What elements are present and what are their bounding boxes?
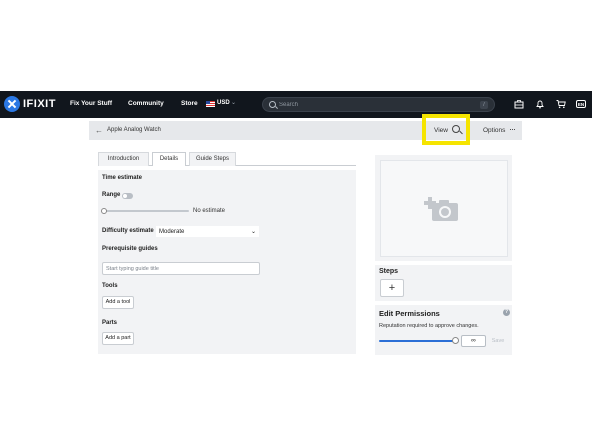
ifixit-logo-icon [4, 96, 20, 112]
options-button[interactable]: Options [483, 127, 505, 134]
prerequisite-input[interactable] [102, 262, 260, 275]
time-estimate-label: Time estimate [102, 175, 142, 181]
cart-icon[interactable] [556, 99, 566, 109]
add-step-button[interactable]: + [380, 279, 404, 297]
add-tool-button[interactable]: Add a tool [102, 296, 134, 309]
steps-title: Steps [379, 268, 399, 275]
difficulty-label: Difficulty estimate [102, 228, 154, 234]
tab-guide-steps[interactable]: Guide Steps [189, 152, 236, 166]
permissions-description: Reputation required to approve changes. [379, 323, 479, 329]
view-button-label[interactable]: View [434, 127, 448, 134]
permissions-save-button[interactable]: Save [488, 336, 508, 347]
permissions-title: Edit Permissions [379, 309, 440, 318]
more-options-icon[interactable]: ··· [509, 124, 516, 134]
permissions-value-field[interactable]: ∞ [461, 335, 486, 347]
magnifier-icon[interactable] [452, 125, 460, 133]
add-part-button[interactable]: Add a part [102, 332, 134, 345]
language-selector[interactable]: EN [576, 100, 586, 108]
help-icon[interactable]: ? [503, 309, 510, 316]
search-shortcut-key: / [480, 101, 488, 109]
currency-selector[interactable]: USD [217, 100, 230, 106]
top-nav: IFIXIT Fix Your Stuff Community Store US… [0, 91, 592, 118]
ifixit-logo[interactable]: IFIXIT [4, 96, 56, 112]
permissions-slider-track[interactable] [379, 340, 457, 342]
toolbox-icon[interactable] [514, 99, 524, 109]
tab-introduction[interactable]: Introduction [98, 152, 149, 166]
difficulty-select[interactable]: Moderate ⌄ [156, 226, 259, 237]
nav-link-fix-your-stuff[interactable]: Fix Your Stuff [70, 100, 112, 107]
time-estimate-value: No estimate [193, 208, 226, 214]
logo-text: IFIXIT [23, 98, 56, 110]
bell-icon[interactable] [535, 99, 545, 109]
tools-label: Tools [102, 283, 118, 289]
search-input[interactable] [279, 100, 469, 110]
tab-details[interactable]: Details [152, 152, 186, 166]
prerequisite-label: Prerequisite guides [102, 246, 158, 252]
permissions-slider-thumb[interactable] [452, 337, 459, 344]
parts-label: Parts [102, 320, 118, 326]
chevron-down-icon: ⌄ [250, 229, 256, 235]
time-slider-track[interactable] [103, 210, 189, 212]
nav-link-community[interactable]: Community [128, 100, 164, 107]
search-icon [269, 101, 276, 108]
difficulty-value: Moderate [159, 229, 185, 235]
range-label: Range [102, 192, 121, 198]
back-arrow-icon[interactable]: ← [95, 126, 103, 135]
range-toggle[interactable] [122, 193, 133, 199]
chevron-down-icon[interactable]: ⌄ [231, 99, 236, 106]
breadcrumb-title[interactable]: Apple Analog Watch [107, 127, 161, 133]
add-photo-icon[interactable] [424, 191, 460, 223]
nav-link-store[interactable]: Store [181, 100, 198, 107]
search-bar[interactable]: / [262, 97, 495, 112]
time-slider-thumb[interactable] [101, 208, 107, 214]
us-flag-icon[interactable] [206, 101, 215, 107]
